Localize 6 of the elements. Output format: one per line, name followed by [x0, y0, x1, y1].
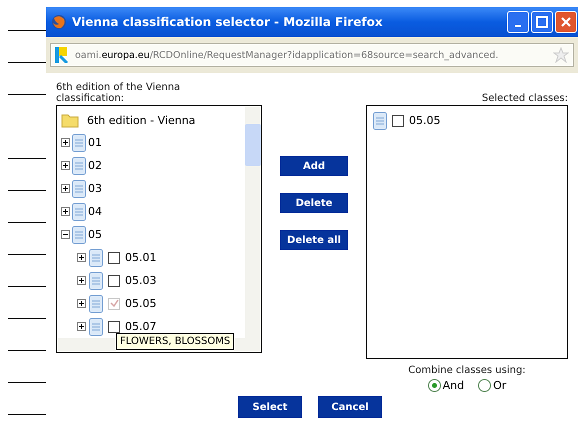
url-text: oami.europa.eu/RCDOnline/RequestManager?idapplication=68source=search_advanced. — [75, 50, 500, 60]
window-title: Vienna classification selector - Mozilla Firefox — [72, 15, 384, 29]
selected-label: Selected classes: — [480, 92, 568, 104]
combine-label: Combine classes using: — [408, 365, 526, 376]
tooltip: FLOWERS, BLOSSOMS — [116, 333, 234, 350]
tree-label: 6th edition of the Vienna classification: — [56, 82, 182, 104]
